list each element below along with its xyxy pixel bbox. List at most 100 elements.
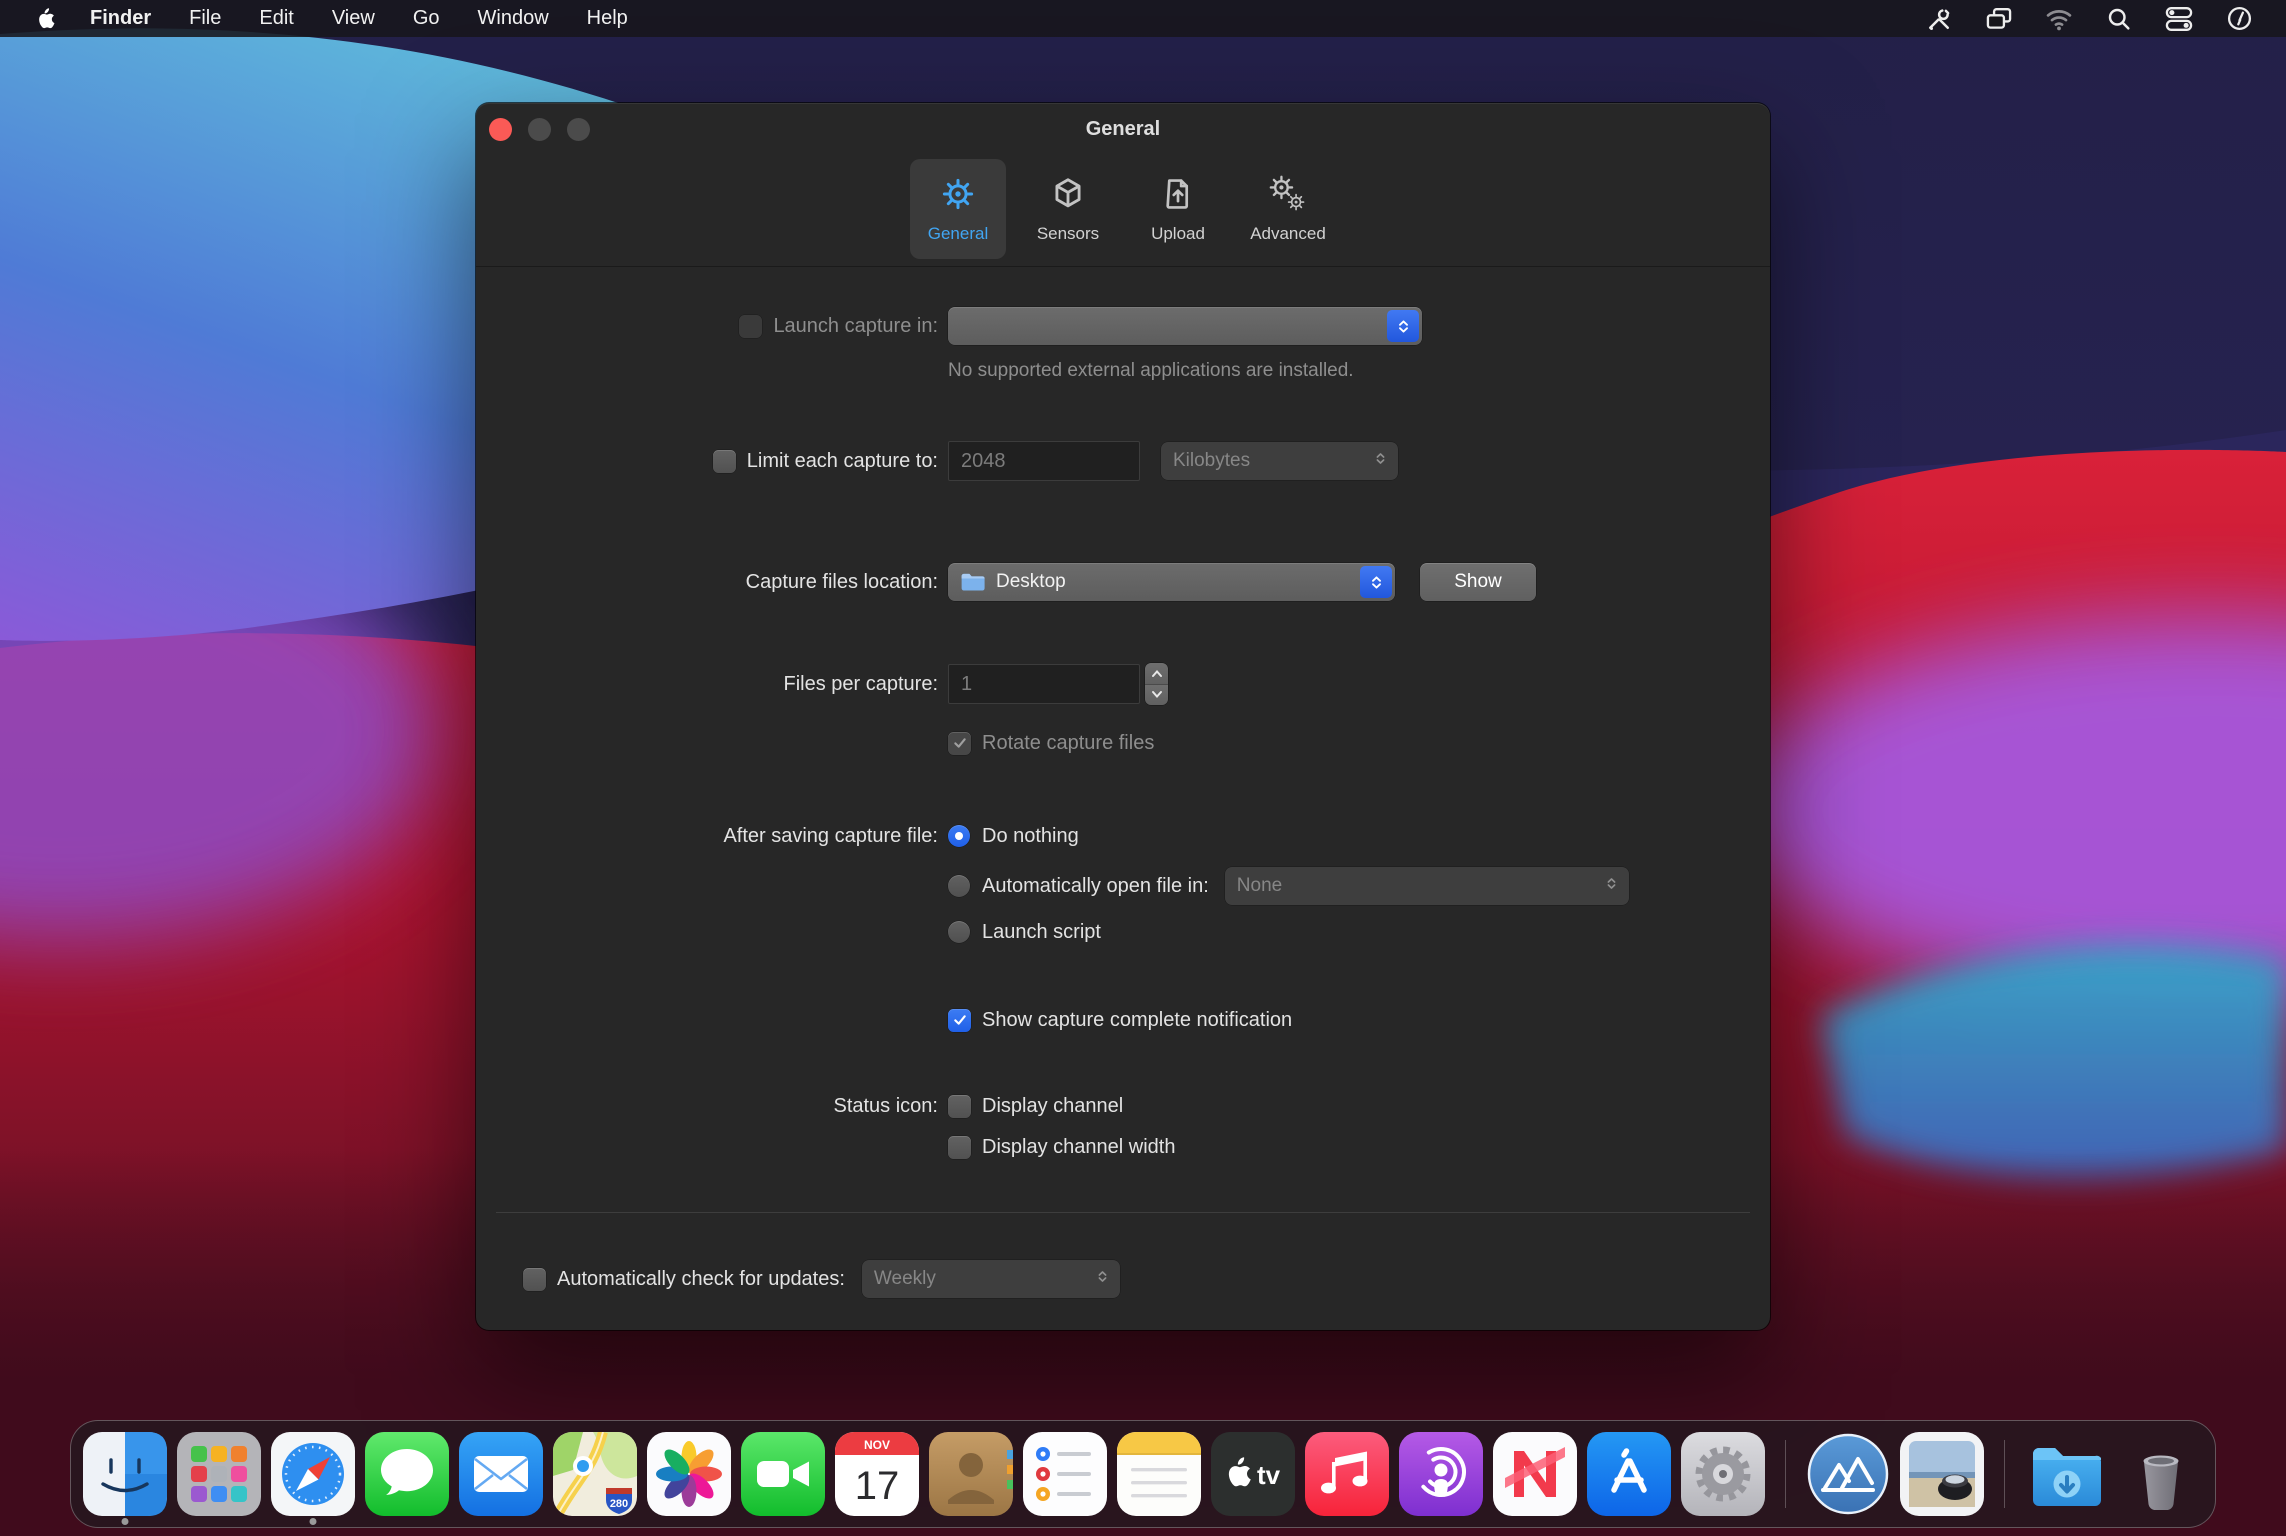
safari-icon[interactable] (271, 1432, 355, 1525)
tab-label: Sensors (1036, 223, 1100, 243)
tab-label: Advanced (1250, 223, 1326, 243)
capture-location-label: Capture files location: (745, 570, 938, 593)
after-saving-label: After saving capture file: (723, 824, 938, 847)
tab-label: General (927, 223, 989, 243)
updates-checkbox[interactable] (523, 1267, 546, 1291)
dock-separator (2004, 1440, 2005, 1508)
updates-row: Automatically check for updates: Weekly (476, 1258, 1770, 1300)
double-gear-icon (1269, 175, 1307, 218)
calendar-month-label: NOV (864, 1438, 890, 1452)
launch-capture-label: Launch capture in: (773, 314, 938, 337)
launchpad-icon[interactable] (177, 1432, 261, 1516)
messages-icon[interactable] (365, 1432, 449, 1516)
menu-item-view[interactable]: View (313, 7, 394, 30)
tab-upload[interactable]: Upload (1130, 159, 1226, 259)
calendar-icon[interactable]: NOV 17 (835, 1432, 919, 1516)
updates-popup: Weekly (861, 1260, 1120, 1298)
limit-capture-checkbox[interactable] (712, 449, 736, 473)
viewer-app-icon[interactable] (1900, 1432, 1984, 1516)
menu-item-window[interactable]: Window (459, 7, 568, 30)
dock: 280 NOV 17 tv (70, 1420, 2216, 1528)
photos-icon[interactable] (647, 1432, 731, 1516)
maps-icon[interactable]: 280 (553, 1432, 637, 1516)
wifi-icon[interactable] (2036, 4, 2082, 34)
preferences-window: General General Sensors Upload Advanced … (476, 103, 1770, 1330)
system-preferences-icon[interactable] (1681, 1432, 1765, 1516)
after-saving-row-2: Automatically open file in: None (476, 867, 1770, 905)
files-per-capture-label: Files per capture: (783, 672, 938, 695)
podcasts-icon[interactable] (1399, 1432, 1483, 1516)
popup-chevrons-icon (1604, 875, 1619, 897)
tools-icon[interactable] (1916, 4, 1962, 34)
reminders-icon[interactable] (1023, 1432, 1107, 1516)
launch-capture-note: No supported external applications are i… (948, 360, 1354, 381)
control-center-icon[interactable] (2156, 4, 2202, 34)
launch-capture-row: Launch capture in: (476, 306, 1770, 346)
display-mirroring-icon[interactable] (1976, 4, 2022, 34)
menu-item-go[interactable]: Go (394, 7, 459, 30)
trash-icon[interactable] (2119, 1432, 2203, 1516)
stepper-down-icon[interactable] (1145, 684, 1168, 705)
notification-checkbox[interactable] (948, 1008, 971, 1032)
notification-label: Show capture complete notification (982, 1008, 1293, 1031)
menu-item-edit[interactable]: Edit (240, 7, 312, 30)
files-per-capture-stepper[interactable] (1145, 663, 1168, 705)
popup-chevrons-icon (1360, 566, 1392, 598)
rotate-capture-label: Rotate capture files (982, 731, 1155, 754)
facetime-icon[interactable] (741, 1432, 825, 1516)
auto-open-popup-value: None (1236, 875, 1283, 896)
limit-unit-popup: Kilobytes (1161, 442, 1398, 480)
downloads-folder-icon[interactable] (2025, 1432, 2109, 1516)
search-icon[interactable] (2096, 4, 2142, 34)
launch-script-radio[interactable] (948, 921, 970, 943)
window-titlebar: General (476, 103, 1770, 155)
folder-icon (960, 571, 986, 593)
limit-size-field: 2048 (948, 441, 1140, 481)
running-indicator (309, 1518, 317, 1525)
limit-capture-row: Limit each capture to: 2048 Kilobytes (476, 440, 1770, 482)
news-icon[interactable] (1493, 1432, 1577, 1516)
do-nothing-radio[interactable] (948, 825, 970, 847)
popup-chevrons-icon (1373, 450, 1388, 472)
tab-sensors[interactable]: Sensors (1020, 159, 1116, 259)
music-icon[interactable] (1305, 1432, 1389, 1516)
notes-icon[interactable] (1117, 1432, 1201, 1516)
updates-popup-value: Weekly (873, 1268, 936, 1289)
after-saving-row-3: Launch script (476, 914, 1770, 950)
launch-capture-popup[interactable] (948, 307, 1422, 345)
stepper-up-icon[interactable] (1145, 663, 1168, 685)
menu-item-app[interactable]: Finder (71, 7, 170, 30)
cube-icon (1049, 175, 1087, 218)
desktop: Finder File Edit View Go Window Help Gen… (0, 0, 2286, 1536)
display-channel-checkbox[interactable] (948, 1094, 971, 1118)
mail-icon[interactable] (459, 1432, 543, 1516)
app-store-icon[interactable] (1587, 1432, 1671, 1516)
finder-icon[interactable] (83, 1432, 167, 1525)
apple-menu-icon[interactable] (26, 6, 71, 31)
gear-icon (939, 175, 977, 218)
display-channel-width-checkbox[interactable] (948, 1135, 971, 1159)
upload-document-icon (1159, 175, 1197, 218)
maps-shield-label: 280 (610, 1498, 628, 1510)
show-button[interactable]: Show (1420, 563, 1536, 601)
capture-app-icon[interactable] (1806, 1432, 1890, 1516)
files-per-capture-row: Files per capture: 1 (476, 663, 1770, 705)
apple-tv-icon[interactable]: tv (1211, 1432, 1295, 1516)
capture-location-row: Capture files location: Desktop Show (476, 561, 1770, 603)
menu-bar: Finder File Edit View Go Window Help (0, 0, 2286, 37)
dock-separator (1785, 1440, 1786, 1508)
menu-item-file[interactable]: File (170, 7, 240, 30)
capture-location-value: Desktop (996, 571, 1066, 592)
auto-open-radio[interactable] (948, 875, 970, 897)
running-indicator (121, 1518, 129, 1525)
clock-icon[interactable] (2216, 4, 2262, 34)
contacts-icon[interactable] (929, 1432, 1013, 1516)
menu-item-help[interactable]: Help (568, 7, 647, 30)
files-per-capture-field: 1 (948, 664, 1140, 704)
capture-location-popup[interactable]: Desktop (948, 563, 1395, 601)
calendar-day-label: 17 (855, 1464, 900, 1508)
tab-general[interactable]: General (910, 159, 1006, 259)
preferences-tab-bar: General Sensors Upload Advanced (476, 159, 1770, 263)
tab-advanced[interactable]: Advanced (1240, 159, 1336, 259)
display-channel-label: Display channel (982, 1094, 1124, 1117)
